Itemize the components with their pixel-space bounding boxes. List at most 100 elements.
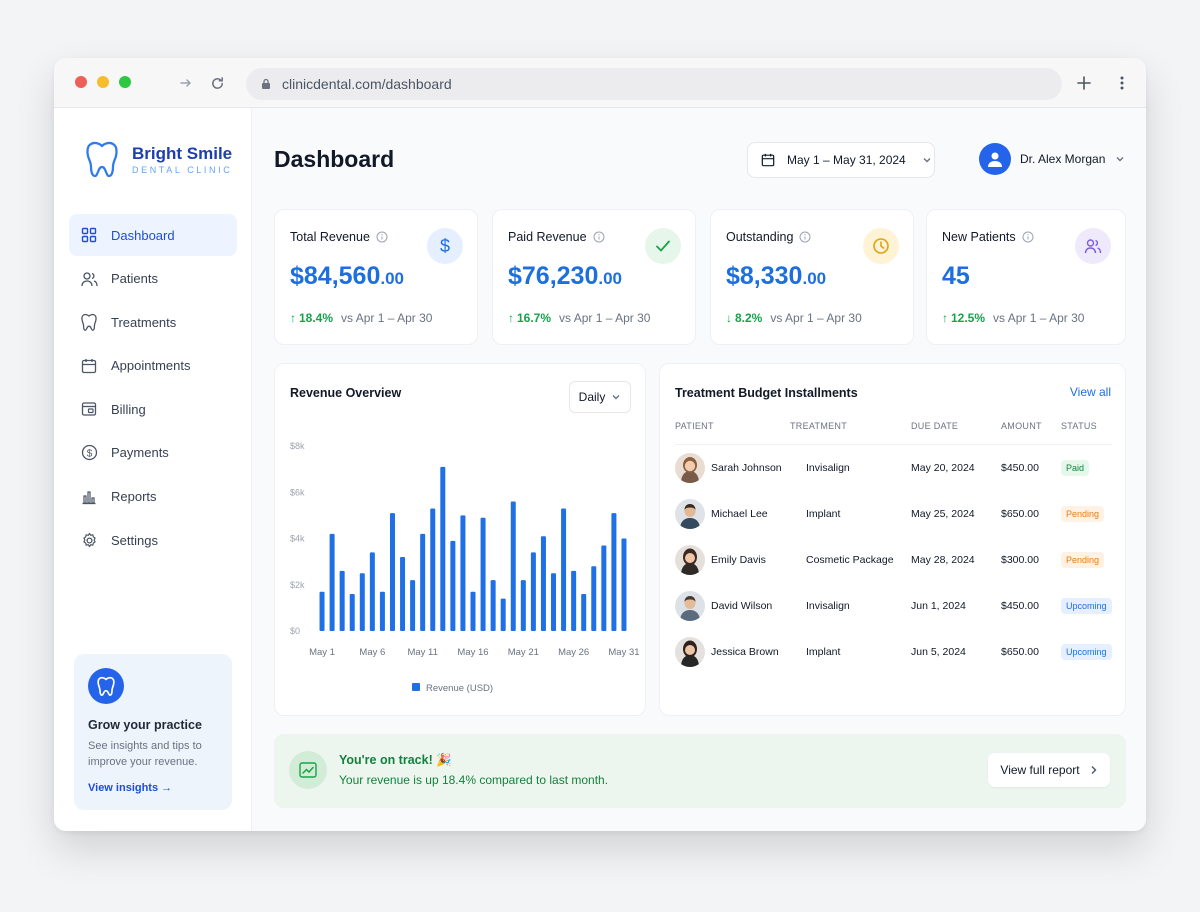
sidebar-item-billing[interactable]: Billing <box>69 388 237 430</box>
users-icon <box>1075 228 1111 264</box>
chart-bar[interactable] <box>480 517 486 631</box>
legend-swatch <box>412 683 420 691</box>
info-icon[interactable] <box>799 231 811 243</box>
calendar-icon <box>761 153 775 167</box>
patient-avatar <box>675 545 705 575</box>
chevron-right-icon <box>1090 765 1098 775</box>
sidebar-item-dashboard[interactable]: Dashboard <box>69 214 237 256</box>
tooth-badge-icon <box>88 668 124 704</box>
patient-avatar <box>675 637 705 667</box>
forward-arrow-icon[interactable] <box>175 72 197 94</box>
chart-bar[interactable] <box>490 580 496 631</box>
amount-cell: $300.00 <box>1001 554 1039 566</box>
chart-bar[interactable] <box>561 508 567 631</box>
chart-bar[interactable] <box>530 552 536 631</box>
installments-card: Treatment Budget Installments View all P… <box>659 363 1126 716</box>
patient-name: David Wilson <box>711 600 773 612</box>
user-menu[interactable]: Dr. Alex Morgan <box>979 143 1125 175</box>
arrow-up-icon: ↑ <box>508 311 514 325</box>
sidebar-item-label: Settings <box>111 532 158 548</box>
x-tick-label: May 26 <box>558 647 589 658</box>
chart-bar[interactable] <box>319 591 325 631</box>
sidebar-item-settings[interactable]: Settings <box>69 519 237 561</box>
chart-bar[interactable] <box>460 515 466 631</box>
chart-bar[interactable] <box>500 598 506 631</box>
chart-bar[interactable] <box>520 580 526 631</box>
address-bar[interactable]: clinicdental.com/dashboard <box>246 68 1062 100</box>
chart-bar[interactable] <box>470 591 476 631</box>
view-full-report-button[interactable]: View full report <box>988 753 1110 787</box>
card-title: Revenue Overview <box>290 386 402 400</box>
reload-icon[interactable] <box>206 72 228 94</box>
chart-bar[interactable] <box>430 508 436 631</box>
chart-bar[interactable] <box>510 501 516 632</box>
chart-bar[interactable] <box>440 466 446 631</box>
chart-bar[interactable] <box>621 538 627 632</box>
chart-bar[interactable] <box>329 533 335 631</box>
chart-bar[interactable] <box>420 533 426 631</box>
sidebar-item-reports[interactable]: Reports <box>69 476 237 518</box>
arrow-up-icon: ↑ <box>942 311 948 325</box>
sidebar-item-payments[interactable]: $ Payments <box>69 432 237 474</box>
table-row[interactable]: David Wilson Invisalign Jun 1, 2024 $450… <box>660 583 1127 629</box>
brand-logo[interactable]: Bright Smile DENTAL CLINIC <box>84 140 232 180</box>
minimize-window-dot[interactable] <box>97 76 109 88</box>
table-row[interactable]: Sarah Johnson Invisalign May 20, 2024 $4… <box>660 445 1127 491</box>
chart-bar[interactable] <box>540 536 546 631</box>
sidebar-item-patients[interactable]: Patients <box>69 258 237 300</box>
avatar <box>979 143 1011 175</box>
stat-compare-period: vs Apr 1 – Apr 30 <box>993 311 1085 325</box>
date-range-picker[interactable]: May 1 – May 31, 2024 <box>747 142 935 178</box>
chart-bar[interactable] <box>349 594 355 631</box>
column-header-patient: PATIENT <box>675 421 714 431</box>
patient-cell: Emily Davis <box>675 537 766 583</box>
arrow-down-icon: ↓ <box>726 311 732 325</box>
dollar-circle-icon: $ <box>80 444 98 462</box>
column-header-due-date: DUE DATE <box>911 421 959 431</box>
sidebar-item-appointments[interactable]: Appointments <box>69 345 237 387</box>
chart-bar[interactable] <box>400 557 406 631</box>
chart-bar[interactable] <box>611 513 617 631</box>
stat-card-new-patients: New Patients 45 ↑ 12.5% vs Apr 1 – Apr 3… <box>926 209 1126 345</box>
x-tick-label: May 21 <box>508 647 539 658</box>
view-insights-link[interactable]: View insights → <box>88 782 218 794</box>
stat-value-main: 45 <box>942 262 970 290</box>
sidebar-item-label: Treatments <box>111 314 177 330</box>
period-select[interactable]: Daily <box>569 381 631 413</box>
promo-title: Grow your practice <box>88 718 202 732</box>
stat-value: 45 <box>942 262 970 291</box>
chart-bar[interactable] <box>551 573 557 631</box>
chart-bar[interactable] <box>339 570 345 631</box>
info-icon[interactable] <box>376 231 388 243</box>
sidebar-item-treatments[interactable]: Treatments <box>69 301 237 343</box>
chevron-down-icon <box>611 392 621 402</box>
info-icon[interactable] <box>1022 231 1034 243</box>
more-menu-icon[interactable] <box>1111 72 1133 94</box>
chart-bar[interactable] <box>571 570 577 631</box>
promo-description-line: improve your revenue. <box>88 756 198 768</box>
x-tick-label: May 1 <box>309 647 335 658</box>
chart-bar[interactable] <box>450 540 456 631</box>
dollar-icon: $ <box>427 228 463 264</box>
stat-value: $8,330.00 <box>726 262 826 291</box>
chart-bar[interactable] <box>359 573 365 631</box>
view-all-link[interactable]: View all <box>1070 385 1111 399</box>
chart-bar[interactable] <box>601 545 607 631</box>
chart-bar[interactable] <box>410 580 416 631</box>
maximize-window-dot[interactable] <box>119 76 131 88</box>
chart-bar[interactable] <box>369 552 375 631</box>
table-row[interactable]: Michael Lee Implant May 25, 2024 $650.00… <box>660 491 1127 537</box>
close-window-dot[interactable] <box>75 76 87 88</box>
new-tab-icon[interactable] <box>1073 72 1095 94</box>
patient-name: Michael Lee <box>711 508 768 520</box>
treatment-cell: Invisalign <box>806 600 850 612</box>
sidebar-item-label: Reports <box>111 489 157 505</box>
chart-bar[interactable] <box>379 591 385 631</box>
chart-bar[interactable] <box>591 566 597 631</box>
table-row[interactable]: Jessica Brown Implant Jun 5, 2024 $650.0… <box>660 629 1127 675</box>
due-date-cell: Jun 5, 2024 <box>911 646 966 658</box>
info-icon[interactable] <box>593 231 605 243</box>
table-row[interactable]: Emily Davis Cosmetic Package May 28, 202… <box>660 537 1127 583</box>
chart-bar[interactable] <box>389 513 395 631</box>
chart-bar[interactable] <box>581 594 587 631</box>
